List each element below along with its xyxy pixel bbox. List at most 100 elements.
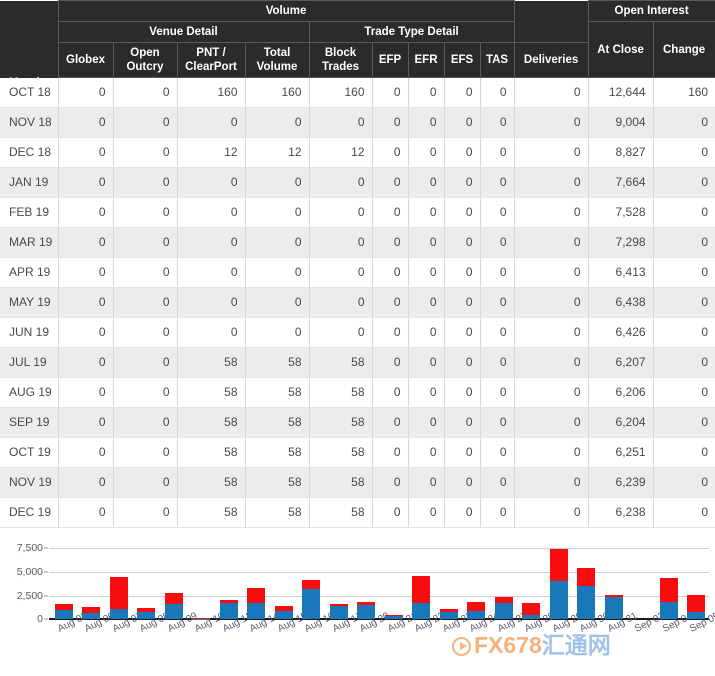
cell-deliveries: 0 [514,228,588,258]
cell-block-trades: 58 [309,468,372,498]
cell-block-trades: 12 [309,138,372,168]
th-group-open-interest: Open Interest [588,1,715,22]
cell-month: MAR 19 [0,228,58,258]
cell-efr: 0 [408,468,444,498]
chart-bar-segment-red [330,604,348,605]
cell-month: NOV 19 [0,468,58,498]
th-pnt-clearport: PNT / ClearPort [177,43,245,78]
cell-efr: 0 [408,168,444,198]
cell-block-trades: 58 [309,408,372,438]
cell-deliveries: 0 [514,318,588,348]
cell-change: 0 [653,288,715,318]
cell-efs: 0 [444,318,480,348]
cell-efp: 0 [372,78,408,108]
cell-month: DEC 18 [0,138,58,168]
th-globex: Globex [58,43,113,78]
cell-total-volume: 0 [245,168,309,198]
table-row: JUL 1900585858000006,2070 [0,348,715,378]
th-block-trades-line2: Trades [322,61,359,73]
cell-block-trades: 0 [309,258,372,288]
table-row: DEC 1900585858000006,2380 [0,498,715,528]
cell-open-outcry: 0 [113,468,177,498]
cell-change: 0 [653,228,715,258]
cell-efs: 0 [444,258,480,288]
th-change: Change [653,22,715,78]
table-row: NOV 1900585858000006,2390 [0,468,715,498]
chart-bar-segment-red [660,578,678,602]
cell-open-outcry: 0 [113,168,177,198]
cell-total-volume: 12 [245,138,309,168]
cell-pnt-clearport: 0 [177,258,245,288]
cell-tas: 0 [480,78,514,108]
th-deliveries-spacer [514,1,588,43]
cell-efs: 0 [444,228,480,258]
cell-month: AUG 19 [0,378,58,408]
chart-plot-area: 02,5005,0007,500Aug 03Aug 06Aug 07Aug 08… [49,539,709,619]
chart-bar-segment-blue [550,581,568,619]
cell-efr: 0 [408,78,444,108]
cell-change: 0 [653,468,715,498]
table-row: DEC 1800121212000008,8270 [0,138,715,168]
cell-month: JAN 19 [0,168,58,198]
cell-deliveries: 0 [514,468,588,498]
cell-open-outcry: 0 [113,498,177,528]
cell-block-trades: 58 [309,378,372,408]
cell-deliveries: 0 [514,108,588,138]
cell-efp: 0 [372,378,408,408]
cell-pnt-clearport: 160 [177,78,245,108]
th-efr: EFR [408,43,444,78]
cell-tas: 0 [480,438,514,468]
cell-pnt-clearport: 0 [177,168,245,198]
cell-at-close: 7,664 [588,168,653,198]
cell-open-outcry: 0 [113,318,177,348]
cell-pnt-clearport: 12 [177,138,245,168]
cell-efs: 0 [444,108,480,138]
table-row: JUN 1900000000006,4260 [0,318,715,348]
cell-globex: 0 [58,228,113,258]
table-row: MAY 1900000000006,4380 [0,288,715,318]
table-body: OCT 18001601601600000012,644160NOV 18000… [0,78,715,528]
cell-globex: 0 [58,438,113,468]
cell-deliveries: 0 [514,408,588,438]
chart-bar-segment-red [440,609,458,612]
cell-change: 0 [653,378,715,408]
cell-efs: 0 [444,408,480,438]
cell-efp: 0 [372,228,408,258]
th-group-venue-detail: Venue Detail [58,22,309,43]
table-row: OCT 1900585858000006,2510 [0,438,715,468]
cell-efs: 0 [444,378,480,408]
table-head: Volume Open Interest Venue Detail Trade … [0,1,715,78]
chart-y-tick-mark [44,619,48,620]
cell-pnt-clearport: 58 [177,438,245,468]
volume-bar-chart: 02,5005,0007,500Aug 03Aug 06Aug 07Aug 08… [0,528,715,664]
chart-bar-segment-red [137,608,155,612]
cell-efs: 0 [444,198,480,228]
cell-efp: 0 [372,288,408,318]
table-row: SEP 1900585858000006,2040 [0,408,715,438]
cell-at-close: 6,238 [588,498,653,528]
cell-efr: 0 [408,408,444,438]
cell-open-outcry: 0 [113,438,177,468]
cell-block-trades: 58 [309,438,372,468]
cell-open-outcry: 0 [113,288,177,318]
cell-month: FEB 19 [0,198,58,228]
cell-change: 0 [653,168,715,198]
th-month-spacer [0,1,58,78]
cell-total-volume: 58 [245,348,309,378]
chart-bar-segment-red [302,580,320,589]
chart-y-tick-label: 2,500 [17,590,43,602]
cell-tas: 0 [480,348,514,378]
cell-efs: 0 [444,288,480,318]
th-total-volume: Total Volume [245,43,309,78]
cell-pnt-clearport: 0 [177,198,245,228]
th-pnt-line2: ClearPort [185,61,237,73]
cell-efs: 0 [444,78,480,108]
cell-globex: 0 [58,168,113,198]
cell-deliveries: 0 [514,498,588,528]
th-open-outcry: Open Outcry [113,43,177,78]
cell-block-trades: 0 [309,288,372,318]
th-efs: EFS [444,43,480,78]
cell-total-volume: 58 [245,438,309,468]
cell-block-trades: 0 [309,168,372,198]
cell-total-volume: 0 [245,108,309,138]
